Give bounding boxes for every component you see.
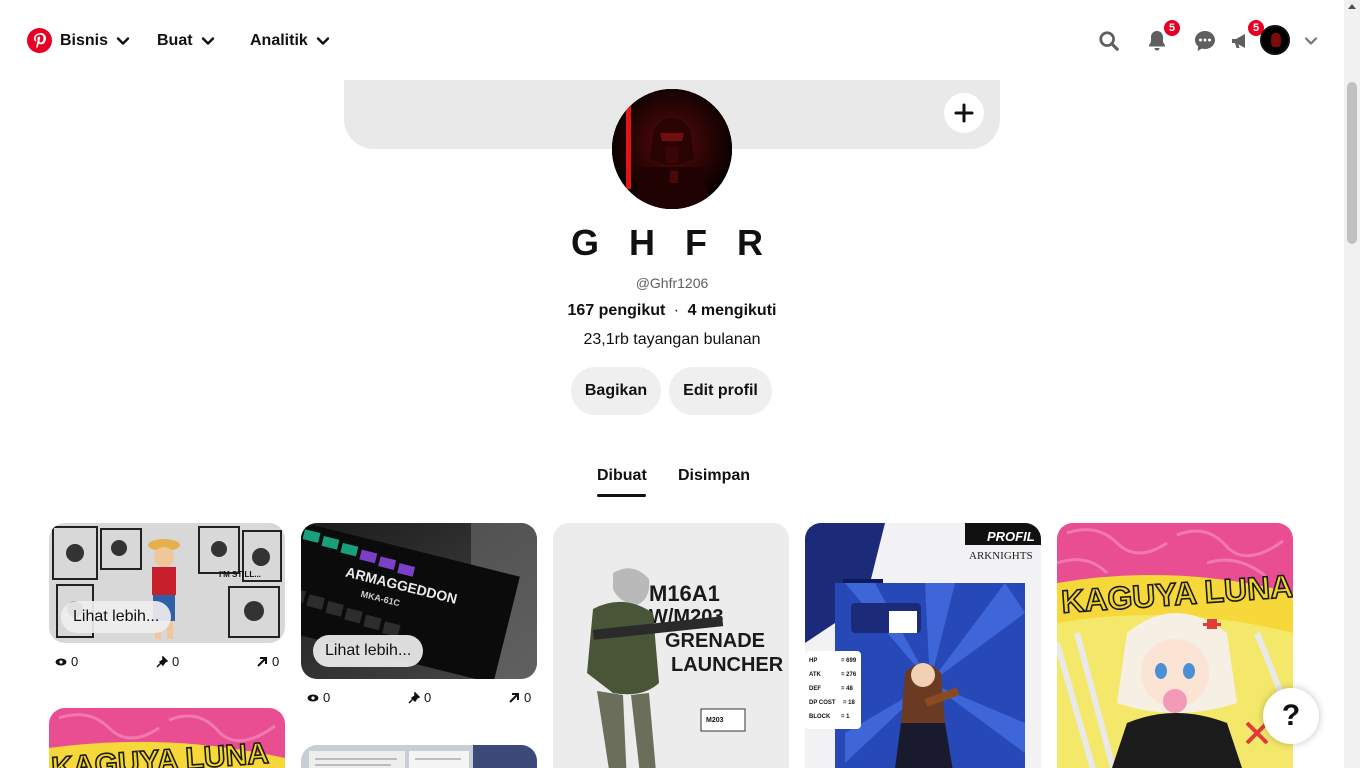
pin-card[interactable]: ARMAGGEDDON MKA-61C Lihat lebih... [301,523,537,679]
nav-business-menu[interactable]: Bisnis [60,30,130,52]
pin-image: M16A1 W/M203 GRENADE LAUNCHER M203 [553,523,789,768]
pin-saves-count: 0 [172,654,180,669]
pin-card[interactable]: KAGUYA LUNA [1057,523,1293,768]
nav-analytics-menu[interactable]: Analitik [250,30,330,52]
pin-views-count: 0 [71,654,79,669]
notifications-badge: 5 [1163,19,1181,37]
pin-saves-stat: 0 [156,654,179,669]
pin-card[interactable] [301,745,537,768]
stat-value-atk: = 276 [841,672,857,678]
stat-value-dp-cost: = 18 [843,700,856,706]
account-menu-button[interactable] [1297,27,1325,55]
plus-icon [954,103,974,123]
chevron-down-icon [201,37,214,45]
updates-button[interactable]: 5 [1227,19,1265,55]
stat-value-hp: = 699 [841,658,857,664]
pin-views-stat: 0 [307,690,330,705]
pin-clicks-count: 0 [272,654,280,669]
chat-bubble-icon [1195,31,1215,51]
scrollbar-thumb[interactable] [1347,82,1357,244]
pin-card[interactable]: KAGUYA LUNA [49,708,285,768]
eye-icon [55,658,67,665]
profile-avatar [612,89,732,209]
help-button[interactable]: ? [1263,688,1319,744]
eye-icon [307,694,319,701]
active-tab-indicator [597,494,646,497]
nav-create-menu[interactable]: Buat [157,30,215,52]
pin-image [301,745,537,768]
notifications-button[interactable]: 5 [1143,19,1181,55]
following-count[interactable]: 4 mengikuti [688,302,777,319]
profile-name: G H F R [571,222,773,263]
stat-label-def: DEF [809,686,821,692]
stat-label-block: BLOCK [809,714,831,720]
messages-button[interactable] [1191,27,1219,55]
pin-see-more-button[interactable]: Lihat lebih... [61,601,172,633]
pin-card[interactable]: I'M STILL... Lihat lebih... [49,523,285,643]
pin-image-caption: PROFIL [987,529,1035,544]
pin-saves-count: 0 [424,690,432,705]
page-scrollbar[interactable] [1344,0,1360,768]
search-button[interactable] [1095,27,1123,55]
monthly-views: 23,1rb tayangan bulanan [583,331,761,348]
separator-dot: · [673,302,680,319]
pin-see-more-button[interactable]: Lihat lebih... [313,635,424,667]
chevron-down-icon [316,37,329,45]
search-icon [1099,31,1119,51]
pushpin-icon [408,691,420,704]
pin-image-caption: LAUNCHER [671,654,784,676]
top-navigation: Bisnis Buat Analitik 5 5 [0,0,1344,80]
arrow-up-right-icon [509,692,519,703]
pinterest-logo-icon[interactable] [27,28,52,53]
scroll-up-arrow-icon[interactable] [1348,4,1356,9]
share-button[interactable]: Bagikan [571,367,661,415]
pin-views-stat: 0 [55,654,78,669]
pin-image-caption: M16A1 [649,581,720,606]
pin-image: PROFIL ARKNIGHTS HP = 699 ATK = 276 DEF … [805,523,1041,768]
tab-created[interactable]: Dibuat [597,467,647,485]
follow-counts: 167 pengikut · 4 mengikuti [0,302,1344,320]
nav-business-label: Bisnis [60,32,109,49]
stat-label-atk: ATK [809,672,822,678]
pin-clicks-count: 0 [524,690,532,705]
account-avatar[interactable] [1260,25,1290,55]
chevron-down-icon [116,37,130,45]
nav-create-label: Buat [157,32,193,49]
stat-value-def: = 48 [841,686,854,692]
stat-label-dp-cost: DP COST [809,700,836,706]
stat-value-block: = 1 [841,714,850,720]
profile-username: @Ghfr1206 [635,275,709,291]
arrow-up-right-icon [257,656,267,667]
followers-count[interactable]: 167 pengikut [568,302,666,319]
edit-profile-button[interactable]: Edit profil [669,367,772,415]
pin-saves-stat: 0 [408,690,431,705]
pin-image-caption: ARKNIGHTS [969,550,1033,562]
pin-clicks-stat: 0 [508,690,531,705]
pin-image-caption: GRENADE [665,630,765,652]
add-cover-button[interactable] [944,93,984,133]
pushpin-icon [156,655,168,668]
nav-analytics-label: Analitik [250,32,308,49]
pin-card[interactable]: M16A1 W/M203 GRENADE LAUNCHER M203 [553,523,789,768]
chevron-down-icon [1304,37,1318,45]
pin-image: KAGUYA LUNA [49,708,285,768]
pin-views-count: 0 [323,690,331,705]
avatar-image [612,89,732,209]
stat-label-hp: HP [809,658,817,664]
pin-image-caption: M203 [706,717,724,724]
pin-clicks-stat: 0 [256,654,279,669]
tab-saved[interactable]: Disimpan [678,467,750,485]
pin-card[interactable]: PROFIL ARKNIGHTS HP = 699 ATK = 276 DEF … [805,523,1041,768]
pin-image: KAGUYA LUNA [1057,523,1293,768]
pin-image-caption: I'M STILL... [219,570,261,579]
